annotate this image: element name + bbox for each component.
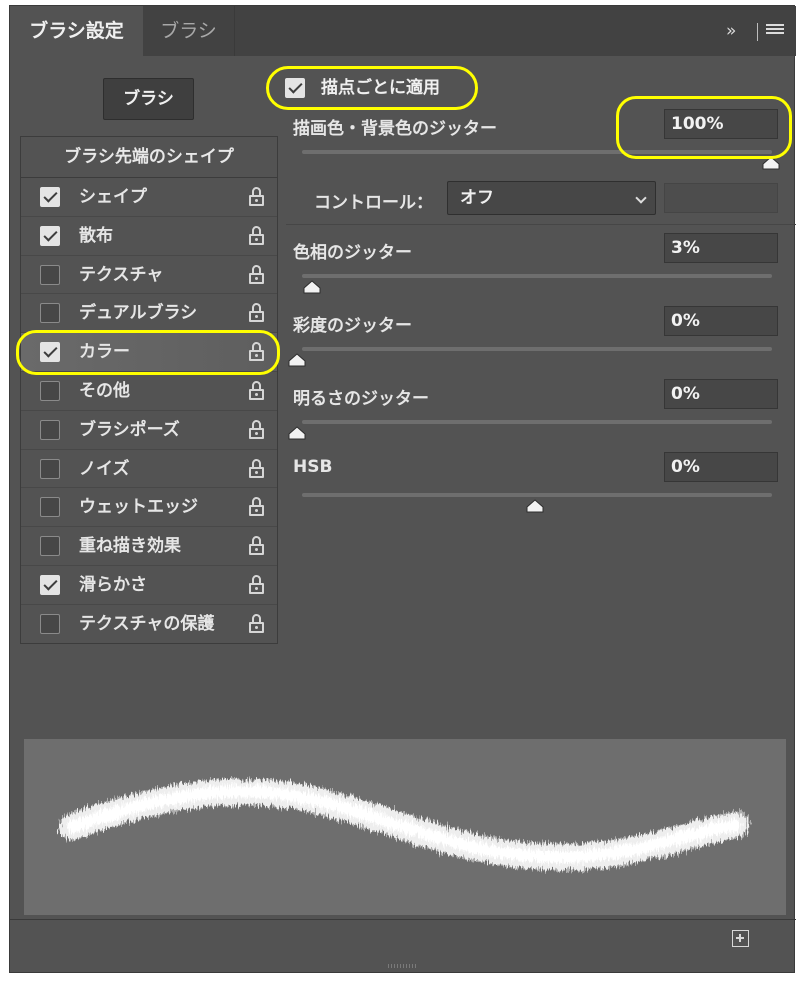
lock-open-icon[interactable] — [249, 303, 265, 323]
list-item[interactable]: カラー — [21, 333, 277, 372]
list-item-label: ブラシポーズ — [79, 419, 180, 440]
brush-stroke-preview — [24, 739, 786, 915]
list-item-label: デュアルブラシ — [79, 303, 198, 324]
list-item-checkbox[interactable] — [40, 574, 60, 595]
apply-per-tip-label: 描点ごとに適用 — [321, 78, 440, 98]
fg-bg-jitter-slider-track[interactable] — [302, 150, 772, 154]
list-item-label: ウェットエッジ — [79, 497, 198, 518]
control-label: コントロール： — [314, 193, 433, 213]
purity-label: HSB — [293, 457, 333, 477]
lock-open-icon[interactable] — [249, 497, 265, 517]
brushes-button[interactable]: ブラシ — [103, 78, 194, 120]
list-item-label: ノイズ — [79, 458, 130, 479]
list-item-checkbox[interactable] — [40, 264, 60, 285]
list-item-checkbox[interactable] — [40, 536, 60, 557]
saturation-jitter-input[interactable]: 0% — [664, 306, 778, 336]
list-item[interactable]: テクスチャ — [21, 256, 277, 295]
lock-open-icon[interactable] — [249, 342, 265, 362]
purity-slider-track[interactable] — [302, 493, 772, 497]
list-item-label: 重ね描き効果 — [79, 536, 181, 557]
hue-jitter-input[interactable]: 3% — [664, 233, 778, 263]
brightness-jitter-input[interactable]: 0% — [664, 379, 778, 409]
list-item[interactable]: ノイズ — [21, 450, 277, 489]
list-item-label: 滑らかさ — [79, 574, 147, 595]
lock-open-icon[interactable] — [249, 458, 265, 479]
apply-per-tip-checkbox[interactable] — [285, 78, 305, 98]
section-divider — [286, 224, 796, 225]
purity-input[interactable]: 0% — [664, 452, 778, 482]
hue-jitter-slider-thumb[interactable] — [303, 280, 321, 294]
list-item-checkbox[interactable] — [40, 458, 60, 479]
list-item-checkbox[interactable] — [40, 303, 60, 324]
brightness-jitter-slider-track[interactable] — [302, 420, 772, 424]
list-item-checkbox[interactable] — [40, 187, 60, 207]
list-item-checkbox[interactable] — [40, 419, 60, 440]
list-item-label: 散布 — [79, 225, 113, 246]
tab-brushes[interactable]: ブラシ — [143, 6, 235, 56]
stroke-preview-graphic — [59, 778, 749, 871]
chevron-down-icon — [635, 192, 647, 204]
lock-open-icon[interactable] — [249, 264, 265, 285]
toolbar-separator — [757, 23, 758, 41]
saturation-jitter-label: 彩度のジッター — [293, 316, 412, 336]
tab-bar: ブラシ設定 ブラシ » — [10, 6, 796, 56]
new-preset-icon[interactable] — [732, 930, 749, 947]
hue-jitter-slider-track[interactable] — [302, 274, 772, 278]
fg-bg-jitter-slider-thumb[interactable] — [762, 156, 780, 170]
brightness-jitter-slider-thumb[interactable] — [288, 426, 306, 440]
saturation-jitter-slider-track[interactable] — [302, 347, 772, 351]
list-item-checkbox[interactable] — [40, 225, 60, 246]
list-item-checkbox[interactable] — [40, 342, 60, 363]
list-item[interactable]: その他 — [21, 372, 277, 411]
resize-grip[interactable] — [388, 964, 418, 968]
list-item[interactable]: ブラシポーズ — [21, 411, 277, 450]
brush-settings-list: ブラシ先端のシェイプ シェイプ散布テクスチャデュアルブラシ カラーその他ブラシポー… — [20, 136, 278, 644]
list-item-checkbox[interactable] — [40, 613, 60, 634]
lock-open-icon[interactable] — [249, 225, 265, 246]
list-item[interactable]: デュアルブラシ — [21, 294, 277, 334]
lock-open-icon[interactable] — [249, 536, 265, 556]
list-item-label: シェイプ — [79, 187, 147, 207]
lock-open-icon[interactable] — [249, 574, 265, 595]
control-select[interactable]: オフ — [447, 181, 656, 215]
list-item-label: テクスチャの保護 — [79, 613, 215, 634]
control-select-value: オフ — [460, 188, 494, 208]
lock-open-icon[interactable] — [249, 613, 265, 634]
list-item-checkbox[interactable] — [40, 497, 60, 518]
tab-brush-settings[interactable]: ブラシ設定 — [10, 6, 143, 56]
list-item-label: その他 — [79, 380, 130, 401]
lock-open-icon[interactable] — [249, 419, 265, 440]
double-chevron-right-icon[interactable]: » — [726, 21, 748, 41]
list-item[interactable]: シェイプ — [21, 178, 277, 217]
fg-bg-jitter-label: 描画色・背景色のジッター — [293, 119, 497, 139]
lock-open-icon[interactable] — [249, 380, 265, 401]
list-item[interactable]: テクスチャの保護 — [21, 605, 277, 644]
list-item[interactable]: ウェットエッジ — [21, 488, 277, 528]
purity-slider-thumb[interactable] — [526, 499, 544, 513]
list-item[interactable]: 散布 — [21, 217, 277, 256]
list-item-checkbox[interactable] — [40, 380, 60, 401]
list-item-label: カラー — [79, 342, 130, 363]
list-item-brush-tip-shape[interactable]: ブラシ先端のシェイプ — [21, 137, 277, 178]
hamburger-menu-icon[interactable] — [766, 24, 784, 38]
saturation-jitter-slider-thumb[interactable] — [288, 353, 306, 367]
lock-open-icon[interactable] — [249, 187, 265, 207]
list-item[interactable]: 滑らかさ — [21, 566, 277, 605]
hue-jitter-label: 色相のジッター — [293, 243, 412, 263]
brush-settings-panel: ブラシ設定 ブラシ » ブラシ ブラシ先端のシェイプ シェイプ散布テクスチャデュ… — [9, 5, 796, 973]
brightness-jitter-label: 明るさのジッター — [293, 389, 429, 409]
control-value-field — [664, 183, 778, 213]
list-item[interactable]: 重ね描き効果 — [21, 527, 277, 566]
panel-footer-divider — [10, 919, 796, 920]
list-item-label: テクスチャ — [79, 264, 164, 285]
fg-bg-jitter-input[interactable]: 100% — [664, 109, 778, 139]
